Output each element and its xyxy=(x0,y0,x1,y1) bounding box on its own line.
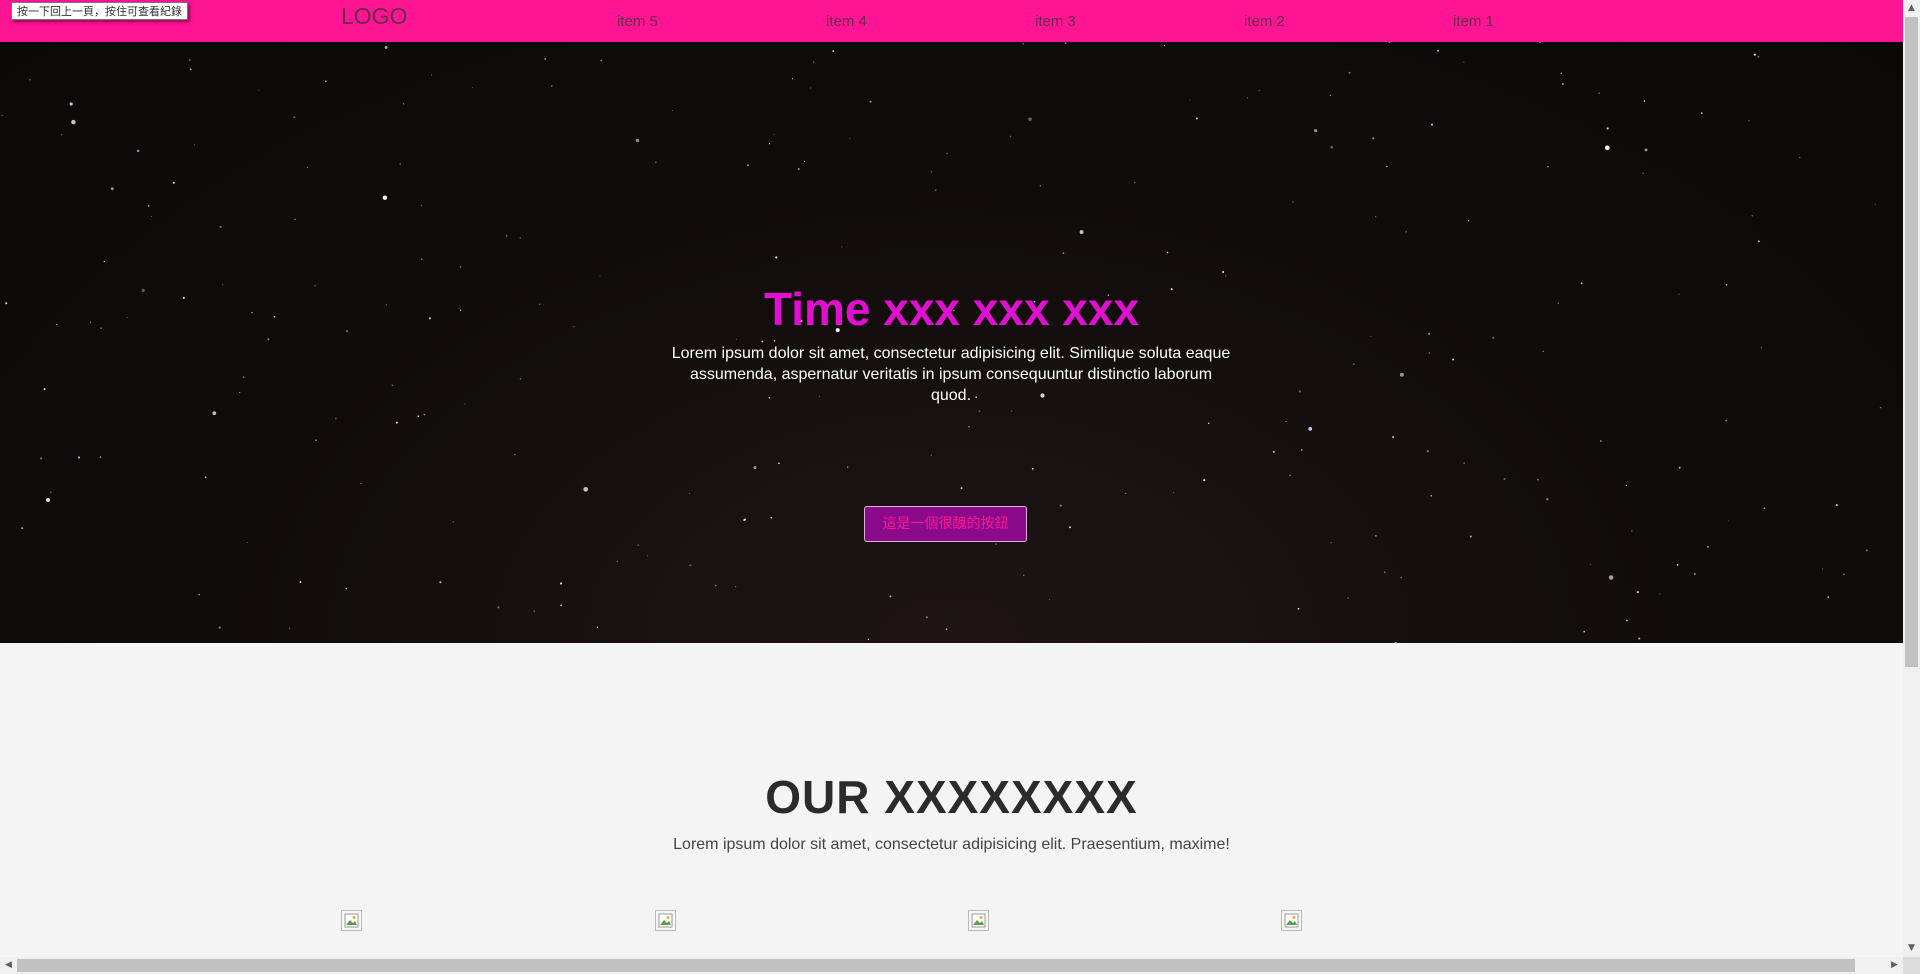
hero-description: Lorem ipsum dolor sit amet, consectetur … xyxy=(671,345,1231,404)
broken-image-icon xyxy=(968,910,989,931)
page: 按一下回上一頁，按住可查看紀錄 LOGO item 5 item 4 item … xyxy=(0,0,1920,974)
hero-button[interactable]: 這是一個很醜的按鈕 xyxy=(864,506,1027,542)
section-title: OUR XXXXXXXX xyxy=(765,771,1138,823)
hero-banner: Time xxx xxx xxx Lorem ipsum dolor sit a… xyxy=(0,42,1903,643)
section-description: Lorem ipsum dolor sit amet, consectetur … xyxy=(673,836,1230,853)
back-button-tooltip: 按一下回上一頁，按住可查看紀錄 xyxy=(11,2,188,20)
navbar: LOGO item 5 item 4 item 3 item 2 item 1 xyxy=(0,0,1903,42)
scroll-down-icon[interactable]: ▼ xyxy=(1903,940,1920,957)
horizontal-scrollbar[interactable]: ◀ ▶ xyxy=(0,957,1903,974)
scroll-left-icon[interactable]: ◀ xyxy=(0,957,17,974)
nav-item-1[interactable]: item 1 xyxy=(1453,13,1494,30)
nav-item-4[interactable]: item 4 xyxy=(826,13,867,30)
broken-image-icon xyxy=(655,910,676,931)
nav-item-5[interactable]: item 5 xyxy=(617,13,658,30)
scroll-up-icon[interactable]: ▲ xyxy=(1903,0,1920,17)
nav-item-2[interactable]: item 2 xyxy=(1244,13,1285,30)
logo[interactable]: LOGO xyxy=(341,3,407,30)
scroll-right-icon[interactable]: ▶ xyxy=(1886,957,1903,974)
hero-title: Time xxx xxx xxx xyxy=(763,283,1140,335)
scrollbar-corner xyxy=(1903,957,1920,974)
vertical-scroll-thumb[interactable] xyxy=(1905,17,1918,667)
broken-image-icon xyxy=(1281,910,1302,931)
broken-image-icon xyxy=(341,910,362,931)
horizontal-scroll-thumb[interactable] xyxy=(17,959,1855,972)
vertical-scrollbar[interactable]: ▲ ▼ xyxy=(1903,0,1920,957)
nav-item-3[interactable]: item 3 xyxy=(1035,13,1076,30)
